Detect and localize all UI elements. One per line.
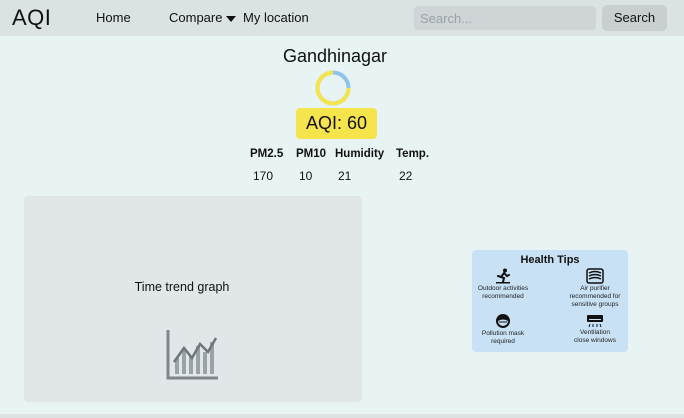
metric-header: Temp. (396, 148, 430, 160)
caret-down-icon (226, 15, 237, 22)
search-input[interactable] (414, 6, 596, 30)
metric-humidity: Humidity 21 (335, 148, 385, 183)
tip-text: Air purifier (580, 285, 610, 292)
mask-icon (496, 314, 510, 328)
search-button[interactable]: Search (602, 5, 667, 31)
health-tips-card: Health Tips Outdoor activities recommend… (472, 250, 628, 352)
metric-header: PM10 (296, 148, 327, 160)
nav-compare-label: Compare (169, 10, 223, 25)
nav-compare-dropdown[interactable]: Compare (169, 10, 237, 25)
nav-home[interactable]: Home (96, 10, 131, 25)
nav-my-location[interactable]: My location (243, 10, 309, 25)
tip-text: required (491, 338, 515, 345)
tip-text: recommended (482, 293, 524, 300)
metric-value: 10 (299, 169, 313, 183)
running-icon (496, 268, 510, 284)
tip-text: recommended for (569, 293, 621, 300)
aqi-gauge (315, 70, 351, 106)
tip-text: sensitive groups (571, 301, 619, 308)
city-name: Gandhinagar (282, 46, 388, 66)
metric-header: PM2.5 (250, 148, 284, 160)
chart-icon (166, 330, 218, 380)
aqi-badge: AQI: 60 (296, 108, 377, 139)
metric-header: Humidity (335, 148, 385, 160)
metric-pm10: PM10 10 (296, 148, 327, 183)
tip-text: Outdoor activities (477, 285, 529, 292)
time-trend-card: Time trend graph (24, 196, 362, 402)
health-tips-title: Health Tips (520, 254, 580, 266)
tip-text: close windows (574, 337, 616, 344)
tip-ventilation: Ventilation close windows (564, 314, 626, 345)
metric-temp: Temp. 22 (396, 148, 430, 183)
tip-pollution-mask: Pollution mask required (474, 313, 532, 346)
air-conditioner-icon (587, 315, 603, 328)
logo[interactable]: AQI (12, 5, 51, 31)
tip-outdoor-activities: Outdoor activities recommended (474, 268, 532, 301)
navbar: AQI Home Compare My location Search (0, 0, 684, 36)
tip-text: Ventilation (580, 329, 610, 336)
bottom-border (0, 414, 684, 418)
metric-pm25: PM2.5 170 (250, 148, 284, 183)
tip-air-purifier: Air purifier recommended for sensitive g… (564, 268, 626, 309)
metric-value: 21 (338, 169, 352, 183)
metric-value: 22 (399, 169, 413, 183)
time-trend-label: Time trend graph (134, 280, 230, 294)
metric-value: 170 (253, 169, 274, 183)
air-purifier-icon (586, 268, 604, 284)
tip-text: Pollution mask (481, 330, 525, 337)
